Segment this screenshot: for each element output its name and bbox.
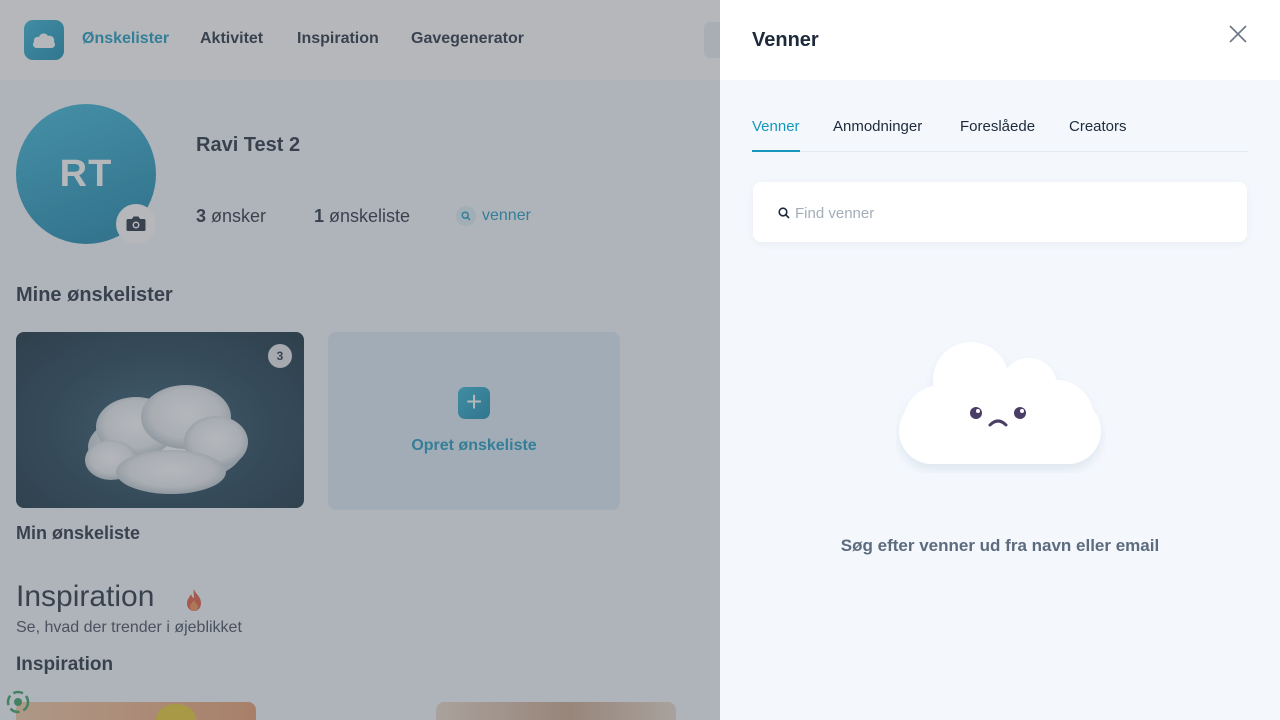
panel-header: Venner <box>720 0 1280 80</box>
search-input[interactable] <box>795 202 1225 224</box>
tab-suggested[interactable]: Foreslåede <box>960 118 1035 152</box>
close-icon[interactable] <box>1226 22 1250 46</box>
sad-cloud-illustration <box>899 342 1101 464</box>
modal-backdrop[interactable] <box>0 0 720 720</box>
tab-creators[interactable]: Creators <box>1069 118 1127 152</box>
tab-requests[interactable]: Anmodninger <box>833 118 922 152</box>
friend-search-box <box>753 182 1247 242</box>
friends-panel: Venner Venner Anmodninger Foreslåede Cre… <box>720 0 1280 720</box>
friends-tabs: Venner Anmodninger Foreslåede Creators <box>752 118 1248 152</box>
empty-state-message: Søg efter venner ud fra navn eller email <box>840 536 1160 555</box>
search-icon <box>778 207 790 219</box>
tab-friends[interactable]: Venner <box>752 118 800 152</box>
panel-title: Venner <box>752 29 819 51</box>
